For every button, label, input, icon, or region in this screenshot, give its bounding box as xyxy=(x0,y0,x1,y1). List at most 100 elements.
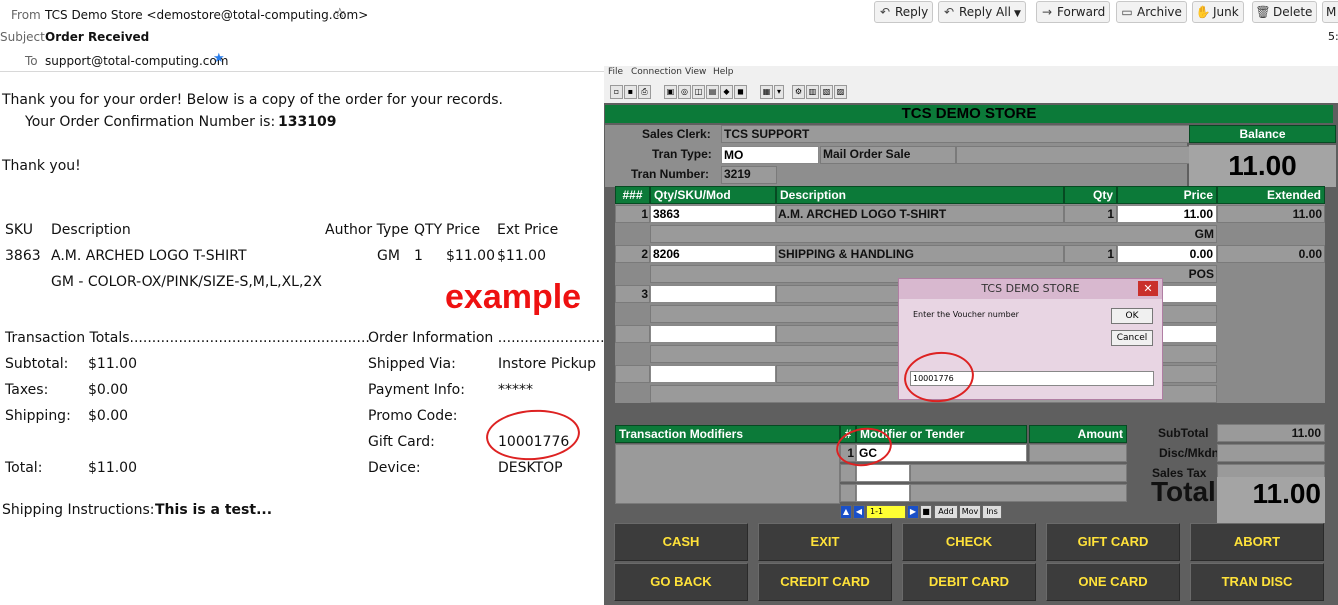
junk-icon: ✋ xyxy=(1195,5,1211,19)
confirmation-label: Your Order Confirmation Number is: xyxy=(25,114,276,130)
row2-description: SHIPPING & HANDLING xyxy=(778,247,915,261)
row4-sku-input[interactable] xyxy=(650,325,776,343)
ok-button[interactable]: OK xyxy=(1111,308,1153,324)
subject-value: Order Received xyxy=(45,30,150,44)
one-card-button[interactable]: ONE CARD xyxy=(1046,563,1180,601)
transaction-modifiers-header: Transaction Modifiers xyxy=(615,425,840,443)
subtotal-label: Subtotal: xyxy=(5,356,69,372)
tools-icon[interactable]: ⚙ xyxy=(792,85,805,99)
col-price: Price xyxy=(1117,186,1217,204)
tran-type-input[interactable]: MO xyxy=(721,146,819,164)
exit-button[interactable]: EXIT xyxy=(758,523,892,561)
th-ext-price: Ext Price xyxy=(497,222,559,238)
junk-button[interactable]: ✋ Junk xyxy=(1192,1,1244,23)
gift-card-label: Gift Card: xyxy=(368,434,435,450)
tran-number-value: 3219 xyxy=(724,167,751,181)
gift-card-button[interactable]: GIFT CARD xyxy=(1046,523,1180,561)
amount-header: Amount xyxy=(1029,425,1127,443)
store-title: TCS DEMO STORE xyxy=(605,105,1333,123)
nav-prev-icon[interactable]: ◀ xyxy=(853,505,865,519)
dropdown-icon[interactable]: ▾ xyxy=(774,85,784,99)
item-qty: 1 xyxy=(414,248,423,264)
reply-button[interactable]: ↶ Reply xyxy=(874,1,934,23)
nav-mov-button[interactable]: Mov xyxy=(959,505,981,519)
instructions-label: Shipping Instructions: xyxy=(2,502,155,518)
stats-icon[interactable]: ▧ xyxy=(820,85,833,99)
to-value[interactable]: support@total-computing.com xyxy=(45,54,228,68)
reply-all-icon: ↶ xyxy=(943,5,955,19)
tran-type-desc: Mail Order Sale xyxy=(823,147,911,161)
subtotal-value: 11.00 xyxy=(1291,426,1321,440)
item-options: GM - COLOR-OX/PINK/SIZE-S,M,L,XL,2X xyxy=(51,274,322,290)
tender-input-2[interactable] xyxy=(856,464,910,482)
menu-view[interactable]: View xyxy=(685,67,706,77)
shipped-via-value: Instore Pickup xyxy=(498,356,597,372)
from-value[interactable]: TCS Demo Store <demostore@total-computin… xyxy=(45,8,368,22)
nav-stop-icon[interactable]: ■ xyxy=(920,505,932,519)
row2-price-input[interactable]: 0.00 xyxy=(1117,245,1217,263)
cancel-button[interactable]: Cancel xyxy=(1111,330,1153,346)
nav-position: 1-1 xyxy=(866,505,906,519)
cards-icon[interactable]: ◫ xyxy=(692,85,705,99)
nav-add-button[interactable]: Add xyxy=(934,505,958,519)
from-label: From xyxy=(11,8,41,22)
row1-sku-input[interactable]: 3863 xyxy=(650,205,776,223)
nav-first-icon[interactable]: ▲ xyxy=(840,505,852,519)
delete-button[interactable]: 🗑 Delete xyxy=(1252,1,1318,23)
tran-number-label: Tran Number: xyxy=(631,167,710,181)
tender-input-3[interactable] xyxy=(856,484,910,502)
thanks-line: Thank you for your order! Below is a cop… xyxy=(2,92,503,108)
time-fragment: 5: xyxy=(1328,30,1338,43)
cash-button[interactable]: CASH xyxy=(614,523,748,561)
reply-all-button[interactable]: ↶ Reply All ▼ xyxy=(938,1,1026,23)
row2-sku-input[interactable]: 8206 xyxy=(650,245,776,263)
menu-connection[interactable]: Connection xyxy=(631,67,682,77)
forward-button[interactable]: → Forward xyxy=(1036,1,1111,23)
check-button[interactable]: CHECK xyxy=(902,523,1036,561)
go-back-button[interactable]: GO BACK xyxy=(614,563,748,601)
forward-icon: → xyxy=(1041,5,1053,19)
modifiers-list[interactable] xyxy=(615,444,840,504)
row3-sku-input[interactable] xyxy=(650,285,776,303)
row1-sub: GM xyxy=(1194,227,1214,241)
instructions-value: This is a test... xyxy=(155,502,273,518)
blank-field xyxy=(956,146,1191,164)
col-sku: Qty/SKU/Mod xyxy=(650,186,776,204)
row5-sku-input[interactable] xyxy=(650,365,776,383)
nav-ins-button[interactable]: Ins xyxy=(982,505,1002,519)
th-author-type: Author Type xyxy=(325,222,409,238)
menu-file[interactable]: File xyxy=(608,67,623,77)
tran-disc-button[interactable]: TRAN DISC xyxy=(1190,563,1324,601)
item-type: GM xyxy=(377,248,400,264)
amount-cell xyxy=(1029,444,1127,462)
row1-price-input[interactable]: 11.00 xyxy=(1117,205,1217,223)
register-icon[interactable]: ▦ xyxy=(760,85,773,99)
debit-card-button[interactable]: DEBIT CARD xyxy=(902,563,1036,601)
menu-help[interactable]: Help xyxy=(713,67,734,77)
shipping-label: Shipping: xyxy=(5,408,71,424)
archive-icon: ▭ xyxy=(1121,5,1133,19)
new-icon[interactable]: ▫ xyxy=(610,85,623,99)
archive-button[interactable]: ▭ Archive xyxy=(1116,1,1187,23)
star-filled-icon[interactable]: ★ xyxy=(213,51,225,66)
find-icon[interactable]: ◎ xyxy=(678,85,691,99)
save-icon[interactable]: ▪ xyxy=(624,85,637,99)
credit-card-button[interactable]: CREDIT CARD xyxy=(758,563,892,601)
star-outline-icon[interactable]: ☆ xyxy=(334,6,346,21)
graph-icon[interactable]: ▨ xyxy=(834,85,847,99)
more-button[interactable]: M xyxy=(1322,1,1338,23)
print-icon[interactable]: ⎙ xyxy=(638,85,651,99)
chart-icon[interactable]: ▥ xyxy=(806,85,819,99)
gift-icon[interactable]: ◆ xyxy=(720,85,733,99)
nav-next-icon[interactable]: ▶ xyxy=(907,505,919,519)
lock-icon[interactable]: ▣ xyxy=(664,85,677,99)
col-extended: Extended xyxy=(1217,186,1325,204)
device-value: DESKTOP xyxy=(498,460,563,476)
gift-card-circle xyxy=(484,406,582,464)
abort-button[interactable]: ABORT xyxy=(1190,523,1324,561)
report-icon[interactable]: ▤ xyxy=(706,85,719,99)
col-num: ### xyxy=(615,186,650,204)
close-icon[interactable]: ✕ xyxy=(1138,281,1158,296)
book-icon[interactable]: ◼ xyxy=(734,85,747,99)
row2-extended: 0.00 xyxy=(1298,247,1322,261)
